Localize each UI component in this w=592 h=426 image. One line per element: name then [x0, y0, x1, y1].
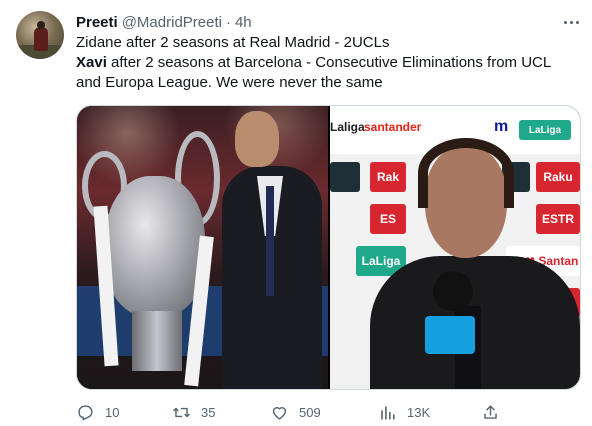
author-name[interactable]: Preeti: [76, 14, 118, 31]
tweet-text: Zidane after 2 seasons at Real Madrid - …: [76, 33, 581, 93]
reply-count: 10: [105, 404, 120, 420]
share-icon: [484, 404, 497, 419]
tweet-timestamp[interactable]: 4h: [235, 14, 252, 31]
trophy-cup: [105, 176, 205, 316]
view-count: 13K: [407, 404, 431, 420]
sponsor-tile-raku: Raku: [536, 162, 580, 192]
more-dot: [575, 20, 579, 24]
header-separator: ·: [225, 13, 231, 31]
more-dot: [569, 20, 573, 24]
like-button[interactable]: 509: [270, 400, 321, 424]
share-button[interactable]: [481, 400, 500, 424]
tweet-card[interactable]: Preeti @MadridPreeti · 4h Zidane after 2…: [0, 0, 592, 426]
tweet-text-line-2-rest: after 2 seasons at Barcelona - Consecuti…: [106, 54, 552, 71]
person-hair: [418, 138, 514, 208]
sponsor-tile-estr: ESTR: [536, 204, 580, 234]
zidane-trophy-photo[interactable]: [77, 106, 328, 389]
tweet-text-line-2: Xavi after 2 seasons at Barcelona - Cons…: [76, 53, 581, 73]
reply-button[interactable]: 10: [76, 400, 119, 424]
tweet-media[interactable]: Laliga santander m LaLiga Rak Raku ES ES…: [76, 105, 581, 390]
tweet-header: Preeti @MadridPreeti · 4h: [76, 12, 252, 32]
author-handle[interactable]: @MadridPreeti: [122, 14, 222, 31]
laliga-pill: LaLiga: [519, 120, 571, 140]
author-avatar[interactable]: [16, 11, 64, 59]
tweet-text-bold: Xavi: [76, 54, 107, 71]
views-icon: [381, 405, 395, 420]
tweet-text-line-3: and Europa League. We were never the sam…: [76, 74, 383, 91]
sponsor-tile: [330, 162, 360, 192]
more-dot: [563, 20, 567, 24]
avatar-head: [37, 21, 45, 29]
person-head: [235, 111, 279, 167]
tweet-text-line-1: Zidane after 2 seasons at Real Madrid - …: [76, 34, 390, 51]
views-button[interactable]: 13K: [378, 400, 430, 424]
xavi-interview-photo[interactable]: Laliga santander m LaLiga Rak Raku ES ES…: [330, 106, 580, 389]
retweet-icon: [173, 407, 190, 417]
reply-icon: [78, 404, 93, 420]
sponsor-tile-est: ES: [370, 204, 406, 234]
heart-icon: [272, 406, 287, 420]
retweet-count: 35: [201, 404, 216, 420]
more-options-icon[interactable]: [560, 12, 582, 32]
avatar-figure: [34, 27, 48, 51]
trophy-base: [132, 311, 182, 371]
like-count: 509: [299, 404, 321, 420]
microphone-head: [433, 271, 473, 311]
tweet-actions: 10 35 509 13K: [76, 400, 581, 424]
person-tie: [266, 186, 274, 296]
retweet-button[interactable]: 35: [172, 400, 215, 424]
sponsor-tile-rak: Rak: [370, 162, 406, 192]
movistar-logo: m: [494, 118, 509, 135]
microphone-flag: [425, 316, 475, 354]
santander-label: santander: [364, 120, 422, 134]
laliga-label: Laliga: [330, 120, 365, 134]
